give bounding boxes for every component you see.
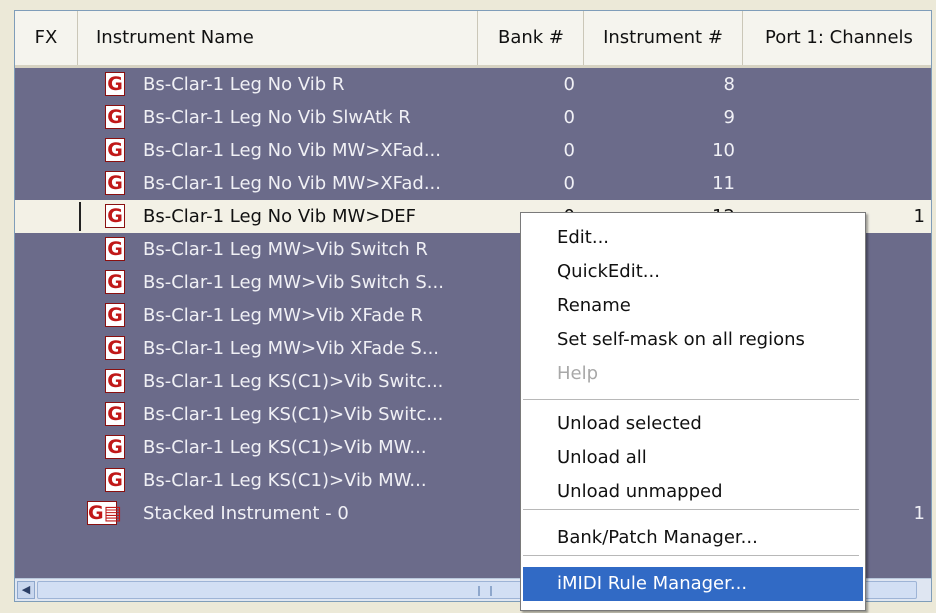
stacked-instrument-icon: G▤: [87, 501, 122, 525]
instrument-name: Bs-Clar-1 Leg No Vib SlwAtk R: [143, 107, 411, 128]
instrument-name: Bs-Clar-1 Leg KS(C1)>Vib MW...: [143, 470, 427, 491]
bank-number: 0: [563, 74, 575, 95]
menu-separator: [523, 399, 859, 400]
context-menu: Edit... QuickEdit... Rename Set self-mask o…: [520, 212, 866, 611]
column-bank[interactable]: Bank #: [479, 11, 584, 65]
bank-number: 0: [563, 173, 575, 194]
instrument-name: Bs-Clar-1 Leg MW>Vib XFade S...: [143, 338, 440, 359]
menu-separator: [523, 555, 859, 556]
gig-instrument-icon: G: [105, 270, 125, 294]
instrument-name: Bs-Clar-1 Leg KS(C1)>Vib MW...: [143, 437, 427, 458]
instrument-name: Bs-Clar-1 Leg KS(C1)>Vib Switc...: [143, 371, 444, 392]
instrument-name: Bs-Clar-1 Leg No Vib MW>XFad...: [143, 173, 442, 194]
menu-item-set-self-mask-on-all-regions[interactable]: Set self-mask on all regions: [523, 323, 863, 357]
bank-number: 0: [563, 140, 575, 161]
port-channels: 1: [913, 206, 925, 227]
table-row[interactable]: G Bs-Clar-1 Leg No Vib R 0 8: [15, 68, 931, 101]
column-instrument-name[interactable]: Instrument Name: [78, 11, 478, 65]
column-instrument-number[interactable]: Instrument #: [584, 11, 743, 65]
column-fx[interactable]: FX: [15, 11, 78, 65]
scrollbar-grip-icon: [478, 586, 492, 596]
menu-separator: [523, 509, 859, 510]
instrument-name: Bs-Clar-1 Leg No Vib MW>DEF: [143, 206, 416, 227]
gig-instrument-icon: G: [105, 204, 125, 228]
table-row[interactable]: G Bs-Clar-1 Leg No Vib SlwAtk R 0 9: [15, 101, 931, 134]
gig-instrument-icon: G: [105, 303, 125, 327]
instrument-number: 9: [723, 107, 735, 128]
gig-instrument-icon: G: [105, 435, 125, 459]
instrument-name: Bs-Clar-1 Leg No Vib R: [143, 74, 345, 95]
instrument-number: 11: [712, 173, 735, 194]
menu-item-imidi-rule-manager[interactable]: iMIDI Rule Manager...: [523, 567, 863, 601]
gig-instrument-icon: G: [105, 72, 125, 96]
gig-instrument-icon: G: [105, 402, 125, 426]
focus-indicator: [79, 202, 81, 231]
gig-instrument-icon: G: [105, 336, 125, 360]
menu-item-quickedit[interactable]: QuickEdit...: [523, 255, 863, 289]
bank-number: 0: [563, 107, 575, 128]
gig-instrument-icon: G: [105, 369, 125, 393]
menu-item-unload-unmapped[interactable]: Unload unmapped: [523, 475, 863, 509]
column-header: FX Instrument Name Bank # Instrument # P…: [15, 11, 931, 68]
column-port-channels[interactable]: Port 1: Channels: [765, 11, 931, 65]
gig-instrument-icon: G: [105, 105, 125, 129]
menu-item-rename[interactable]: Rename: [523, 289, 863, 323]
instrument-name: Bs-Clar-1 Leg KS(C1)>Vib Switc...: [143, 404, 444, 425]
table-row[interactable]: G Bs-Clar-1 Leg No Vib MW>XFad... 0 11: [15, 167, 931, 200]
menu-item-unload-all[interactable]: Unload all: [523, 441, 863, 475]
instrument-number: 8: [723, 74, 735, 95]
instrument-number: 10: [712, 140, 735, 161]
menu-item-bank-patch-manager[interactable]: Bank/Patch Manager...: [523, 521, 863, 555]
instrument-name: Stacked Instrument - 0: [143, 503, 349, 524]
gig-instrument-icon: G: [105, 171, 125, 195]
gig-instrument-icon: G: [105, 468, 125, 492]
port-channels: 1: [913, 503, 925, 524]
instrument-name: Bs-Clar-1 Leg MW>Vib XFade R: [143, 305, 423, 326]
gig-instrument-icon: G: [105, 138, 125, 162]
menu-item-help: Help: [557, 363, 599, 384]
menu-item-unload-selected[interactable]: Unload selected: [523, 407, 863, 441]
instrument-name: Bs-Clar-1 Leg MW>Vib Switch S...: [143, 272, 444, 293]
scroll-left-arrow-icon[interactable]: ◀: [17, 581, 35, 599]
instrument-name: Bs-Clar-1 Leg MW>Vib Switch R: [143, 239, 428, 260]
instrument-name: Bs-Clar-1 Leg No Vib MW>XFad...: [143, 140, 442, 161]
table-row[interactable]: G Bs-Clar-1 Leg No Vib MW>XFad... 0 10: [15, 134, 931, 167]
menu-item-edit[interactable]: Edit...: [523, 221, 863, 255]
gig-instrument-icon: G: [105, 237, 125, 261]
